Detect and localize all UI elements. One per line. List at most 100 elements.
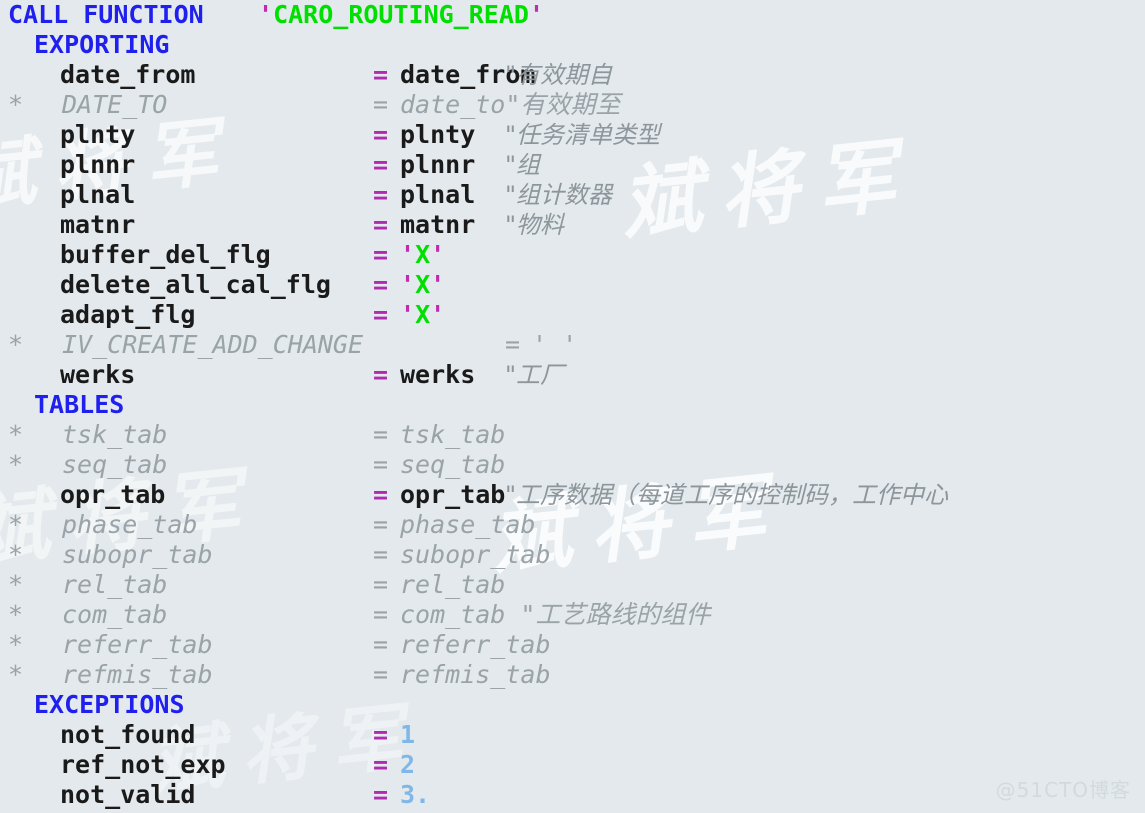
code-line-not-valid: not_valid = 3. — [0, 780, 1145, 810]
param-value-not-found: 1 — [400, 720, 415, 750]
param-value-delete-all-cal-flg: 'X' — [400, 270, 445, 300]
assign-operator: = — [373, 720, 389, 749]
assign-operator: = — [373, 240, 389, 269]
code-line-matnr: matnr = matnr "物料 — [0, 210, 1145, 240]
inline-comment-plnnr: "组 — [505, 151, 541, 179]
code-line-referr-tab: * referr_tab = referr_tab — [0, 630, 1145, 660]
param-name-plnty: plnty — [60, 120, 136, 149]
param-name-tsk-tab: tsk_tab — [62, 420, 168, 449]
param-name-opr-tab: opr_tab — [60, 480, 166, 509]
code-line-werks: werks = werks "工厂 — [0, 360, 1145, 390]
comment-asterisk: * — [8, 330, 24, 359]
param-value-seq-tab: seq_tab — [400, 450, 506, 479]
assign-operator: = — [373, 630, 389, 659]
section-keyword-exceptions: EXCEPTIONS — [34, 690, 185, 719]
code-line-date-from: date_from = date_from "有效期自 — [0, 60, 1145, 90]
code-line-delete-all-cal-flg: delete_all_cal_flg = 'X' — [0, 270, 1145, 300]
param-name-refmis-tab: refmis_tab — [62, 660, 213, 689]
param-value-adapt-flg: 'X' — [400, 300, 445, 330]
comment-asterisk: * — [8, 630, 24, 659]
quote-close: ' — [430, 270, 446, 299]
quote-close: ' — [430, 300, 446, 329]
numeric-value: 1 — [400, 720, 416, 749]
param-name-com-tab: com_tab — [62, 600, 168, 629]
param-name-plnnr: plnnr — [60, 150, 136, 179]
comment-asterisk: * — [8, 510, 24, 539]
assign-operator: = — [373, 300, 389, 329]
param-value-werks: werks — [400, 360, 476, 389]
assign-operator: = — [373, 750, 389, 779]
code-line-adapt-flg: adapt_flg = 'X' — [0, 300, 1145, 330]
quote-close: ' — [528, 0, 544, 29]
param-value-plnnr: plnnr — [400, 150, 476, 179]
param-name-referr-tab: referr_tab — [62, 630, 213, 659]
param-value-phase-tab: phase_tab — [400, 510, 536, 539]
param-value-opr-tab: opr_tab — [400, 480, 506, 509]
code-line-exporting: EXPORTING — [0, 30, 1145, 60]
code-line-plnty: plnty = plnty "任务清单类型 — [0, 120, 1145, 150]
assign-operator: = — [373, 60, 389, 89]
param-value-com-tab: com_tab "工艺路线的组件 — [400, 600, 711, 629]
comment-asterisk: * — [8, 450, 24, 479]
param-value-date-to: date_to"有效期至 — [400, 90, 621, 119]
string-value: X — [415, 240, 431, 269]
assign-operator: = — [373, 600, 389, 629]
assign-operator: = — [373, 360, 389, 389]
param-name-adapt-flg: adapt_flg — [60, 300, 196, 329]
code-line-iv-create-add-change: * IV_CREATE_ADD_CHANGE = ' ' — [0, 330, 1145, 360]
quote-open: ' — [400, 270, 416, 299]
param-name-date-to: DATE_TO — [62, 90, 168, 119]
code-line-com-tab: * com_tab = com_tab "工艺路线的组件 — [0, 600, 1145, 630]
param-value-matnr: matnr — [400, 210, 476, 239]
code-block[interactable]: CALL FUNCTION 'CARO_ROUTING_READ' EXPORTIN… — [0, 0, 1145, 810]
param-name-delete-all-cal-flg: delete_all_cal_flg — [60, 270, 331, 299]
param-value-refmis-tab: refmis_tab — [400, 660, 551, 689]
section-keyword-tables: TABLES — [34, 390, 125, 419]
assign-operator: = — [373, 120, 389, 149]
function-name-literal: 'CARO_ROUTING_READ' — [258, 0, 544, 30]
section-keyword-exporting: EXPORTING — [34, 30, 170, 59]
code-line-ref-not-exp: ref_not_exp = 2 — [0, 750, 1145, 780]
param-name-date-from: date_from — [60, 60, 196, 89]
code-line-rel-tab: * rel_tab = rel_tab — [0, 570, 1145, 600]
keyword-call-function: CALL FUNCTION — [8, 0, 204, 29]
param-value-subopr-tab: subopr_tab — [400, 540, 551, 569]
code-line-tsk-tab: * tsk_tab = tsk_tab — [0, 420, 1145, 450]
param-name-buffer-del-flg: buffer_del_flg — [60, 240, 271, 269]
param-name-werks: werks — [60, 360, 136, 389]
code-line-call-function: CALL FUNCTION 'CARO_ROUTING_READ' — [0, 0, 1145, 30]
inline-comment-plnal: "组计数器 — [505, 181, 613, 209]
quote-open: ' — [400, 240, 416, 269]
comment-asterisk: * — [8, 90, 24, 119]
site-watermark: @51CTO博客 — [995, 778, 1131, 802]
param-value-buffer-del-flg: 'X' — [400, 240, 445, 270]
string-value: X — [415, 300, 431, 329]
quote-open: ' — [400, 300, 416, 329]
code-line-buffer-del-flg: buffer_del_flg = 'X' — [0, 240, 1145, 270]
param-value-rel-tab: rel_tab — [400, 570, 506, 599]
param-value-tsk-tab: tsk_tab — [400, 420, 506, 449]
numeric-value: 3. — [400, 780, 431, 809]
code-line-tables: TABLES — [0, 390, 1145, 420]
code-line-plnnr: plnnr = plnnr "组 — [0, 150, 1145, 180]
assign-operator: = — [373, 180, 389, 209]
assign-operator: = — [373, 540, 389, 569]
quote-open: ' — [258, 0, 274, 29]
param-name-matnr: matnr — [60, 210, 136, 239]
inline-comment-opr-tab: "工序数据（每道工序的控制码，工作中心 — [505, 481, 949, 509]
assign-operator: = — [373, 210, 389, 239]
code-line-phase-tab: * phase_tab = phase_tab — [0, 510, 1145, 540]
assign-operator: = — [373, 780, 389, 809]
inline-comment-matnr: "物料 — [505, 211, 565, 239]
code-line-opr-tab: opr_tab = opr_tab "工序数据（每道工序的控制码，工作中心 — [0, 480, 1145, 510]
param-value-plnty: plnty — [400, 120, 476, 149]
param-name-subopr-tab: subopr_tab — [62, 540, 213, 569]
inline-comment-plnty: "任务清单类型 — [505, 121, 661, 149]
assign-operator: = — [373, 420, 389, 449]
param-value-iv-create-add-change: ' ' — [532, 330, 578, 359]
param-name-ref-not-exp: ref_not_exp — [60, 750, 226, 779]
code-line-not-found: not_found = 1 — [0, 720, 1145, 750]
code-line-plnal: plnal = plnal "组计数器 — [0, 180, 1145, 210]
numeric-value: 2 — [400, 750, 416, 779]
quote-close: ' — [430, 240, 446, 269]
